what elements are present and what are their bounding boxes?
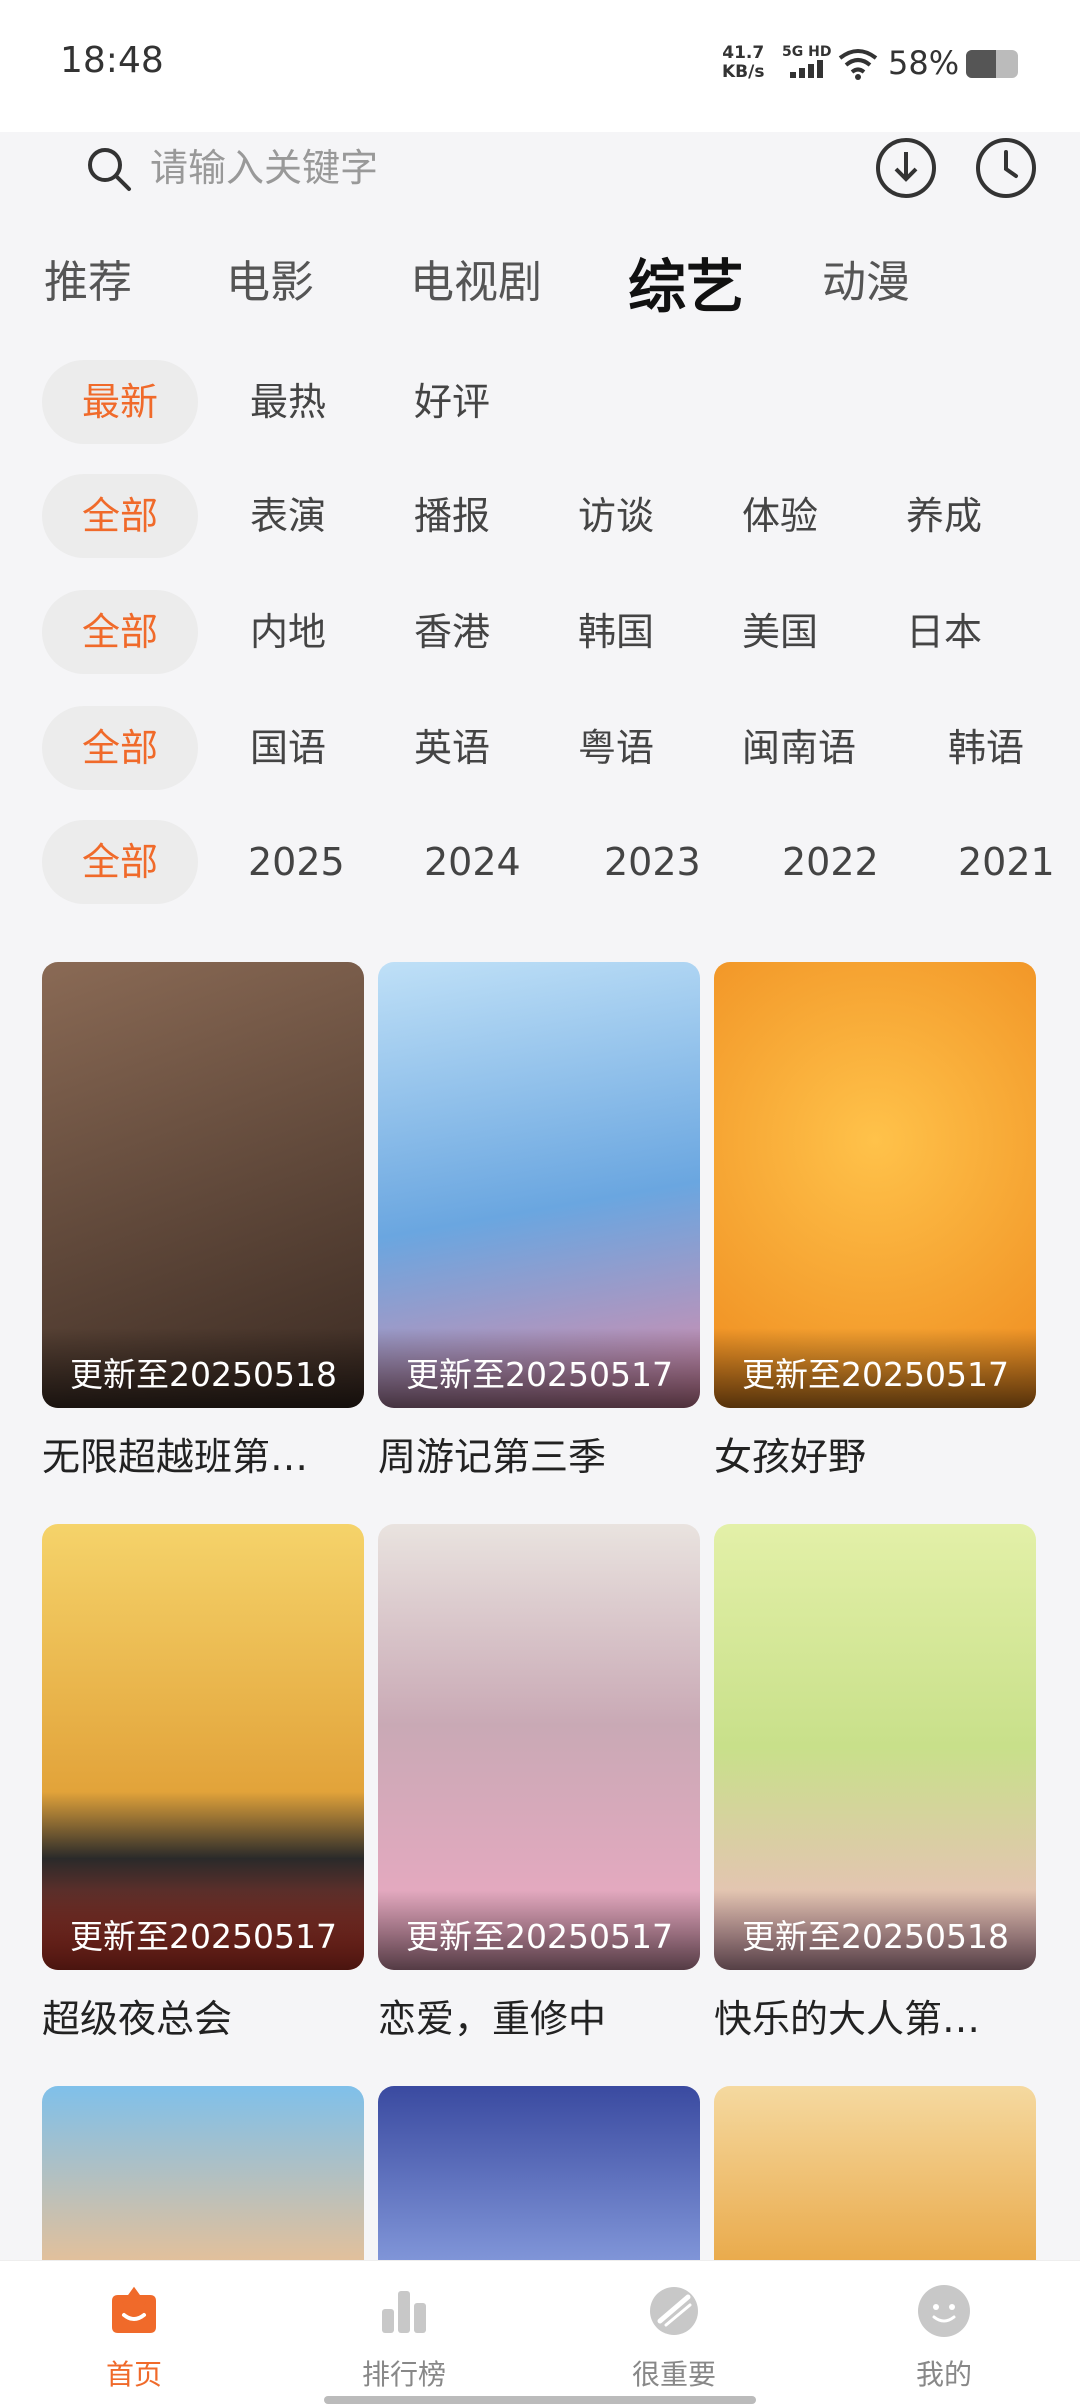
show-title[interactable]: 女孩好野 xyxy=(714,1426,1036,1481)
show-card[interactable] xyxy=(714,2086,1036,2286)
home-icon xyxy=(112,2286,156,2333)
filter-year-item[interactable]: 2021 xyxy=(958,820,1055,904)
filter-region-item[interactable]: 日本 xyxy=(906,590,982,674)
filter-type-item[interactable]: 表演 xyxy=(250,474,326,558)
nav-label: 很重要 xyxy=(631,2358,716,2391)
poster-image xyxy=(378,2086,700,2286)
update-label: 更新至20250517 xyxy=(70,1917,337,1956)
filter-type-item[interactable]: 养成 xyxy=(906,474,982,558)
filter-type-item[interactable]: 播报 xyxy=(414,474,490,558)
show-poster[interactable]: 更新至20250517 xyxy=(378,1524,700,1970)
sort-filter-row: 最新 最热 好评 xyxy=(0,360,1080,450)
nav-important[interactable]: 很重要 xyxy=(584,2281,764,2393)
filter-region-item[interactable]: 香港 xyxy=(414,590,490,674)
show-poster[interactable]: 更新至20250517 xyxy=(42,1524,364,1970)
important-icon xyxy=(650,2287,698,2335)
download-icon[interactable] xyxy=(874,136,938,200)
show-title[interactable]: 恋爱，重修中 xyxy=(378,1988,700,2043)
show-poster[interactable]: 更新至20250517 xyxy=(714,962,1036,1408)
bottom-nav: 首页 排行榜 很重要 我的 xyxy=(0,2260,1080,2408)
poster-image xyxy=(42,2086,364,2286)
update-label: 更新至20250517 xyxy=(406,1355,673,1394)
filter-sort-latest[interactable]: 最新 xyxy=(42,360,199,444)
show-poster[interactable] xyxy=(42,2086,364,2286)
filter-region-item[interactable]: 美国 xyxy=(742,590,818,674)
filter-type-item[interactable]: 访谈 xyxy=(578,474,654,558)
show-poster[interactable] xyxy=(714,2086,1036,2286)
filter-year-all[interactable]: 全部 xyxy=(42,820,199,904)
filter-year-item[interactable]: 2023 xyxy=(604,820,701,904)
wifi-icon xyxy=(838,49,878,80)
ranking-icon xyxy=(382,2291,426,2333)
status-bar: 18:48 41.7 KB/s 5G HD 58% xyxy=(0,0,1080,132)
language-filter-row: 全部 国语 英语 粤语 闽南语 韩语 xyxy=(0,706,1080,796)
status-time: 18:48 xyxy=(60,40,164,81)
filter-region-all[interactable]: 全部 xyxy=(42,590,199,674)
filter-language-item[interactable]: 英语 xyxy=(414,706,490,790)
search-input[interactable] xyxy=(150,136,850,200)
filter-language-item[interactable]: 闽南语 xyxy=(742,706,856,790)
show-title[interactable]: 周游记第三季 xyxy=(378,1426,700,1481)
search-icon[interactable] xyxy=(84,144,134,194)
filter-year-item[interactable]: 2024 xyxy=(424,820,521,904)
filter-language-all[interactable]: 全部 xyxy=(42,706,199,790)
show-card[interactable]: 更新至20250517 女孩好野 xyxy=(714,962,1036,1481)
filter-region-item[interactable]: 韩国 xyxy=(578,590,654,674)
update-label: 更新至20250517 xyxy=(742,1355,1009,1394)
tab-movies[interactable]: 电影 xyxy=(226,246,314,310)
type-filter-row: 全部 表演 播报 访谈 体验 养成 xyxy=(0,474,1080,564)
show-card[interactable]: 更新至20250517 恋爱，重修中 xyxy=(378,1524,700,2043)
home-indicator[interactable] xyxy=(324,2396,756,2404)
show-card[interactable] xyxy=(42,2086,364,2286)
tab-recommend[interactable]: 推荐 xyxy=(44,246,132,310)
show-title[interactable]: 超级夜总会 xyxy=(42,1988,364,2043)
network-type: 5G HD xyxy=(782,44,832,60)
filter-year-item[interactable]: 2025 xyxy=(248,820,345,904)
nav-home[interactable]: 首页 xyxy=(44,2281,224,2393)
filter-language-item[interactable]: 粤语 xyxy=(578,706,654,790)
show-poster[interactable]: 更新至20250518 xyxy=(42,962,364,1408)
show-card[interactable] xyxy=(378,2086,700,2286)
nav-label: 排行榜 xyxy=(361,2358,446,2391)
update-label: 更新至20250518 xyxy=(70,1355,337,1394)
nav-label: 首页 xyxy=(105,2358,162,2391)
tab-anime[interactable]: 动漫 xyxy=(822,246,910,310)
filter-sort-rating[interactable]: 好评 xyxy=(414,360,490,444)
net-speed-unit: KB/s xyxy=(722,62,765,82)
signal-icon xyxy=(790,60,823,78)
show-poster[interactable]: 更新至20250518 xyxy=(714,1524,1036,1970)
filter-language-item[interactable]: 国语 xyxy=(250,706,326,790)
profile-icon xyxy=(918,2285,970,2337)
net-speed-value: 41.7 xyxy=(722,43,765,63)
tab-variety[interactable]: 综艺 xyxy=(628,240,744,324)
show-title[interactable]: 快乐的大人第… xyxy=(714,1988,1036,2043)
filter-type-item[interactable]: 体验 xyxy=(742,474,818,558)
show-poster[interactable]: 更新至20250517 xyxy=(378,962,700,1408)
tab-tv-series[interactable]: 电视剧 xyxy=(410,246,542,310)
filter-sort-hot[interactable]: 最热 xyxy=(250,360,326,444)
update-label: 更新至20250517 xyxy=(406,1917,673,1956)
update-label: 更新至20250518 xyxy=(742,1917,1009,1956)
filter-region-item[interactable]: 内地 xyxy=(250,590,326,674)
region-filter-row: 全部 内地 香港 韩国 美国 日本 xyxy=(0,590,1080,680)
year-filter-row: 全部 2025 2024 2023 2022 2021 xyxy=(0,820,1080,910)
poster-image xyxy=(714,2086,1036,2286)
history-icon[interactable] xyxy=(974,136,1038,200)
battery-icon xyxy=(966,50,1018,78)
filter-year-item[interactable]: 2022 xyxy=(782,820,879,904)
show-card[interactable]: 更新至20250518 快乐的大人第… xyxy=(714,1524,1036,2043)
filter-language-item[interactable]: 韩语 xyxy=(948,706,1024,790)
filter-type-all[interactable]: 全部 xyxy=(42,474,199,558)
nav-label: 我的 xyxy=(915,2358,972,2391)
show-card[interactable]: 更新至20250517 超级夜总会 xyxy=(42,1524,364,2043)
battery-percent: 58% xyxy=(888,44,960,82)
show-card[interactable]: 更新至20250518 无限超越班第… xyxy=(42,962,364,1481)
nav-profile[interactable]: 我的 xyxy=(854,2281,1034,2393)
nav-ranking[interactable]: 排行榜 xyxy=(314,2281,494,2393)
show-poster[interactable] xyxy=(378,2086,700,2286)
show-card[interactable]: 更新至20250517 周游记第三季 xyxy=(378,962,700,1481)
net-speed: 41.7 KB/s xyxy=(722,44,764,82)
show-title[interactable]: 无限超越班第… xyxy=(42,1426,364,1481)
